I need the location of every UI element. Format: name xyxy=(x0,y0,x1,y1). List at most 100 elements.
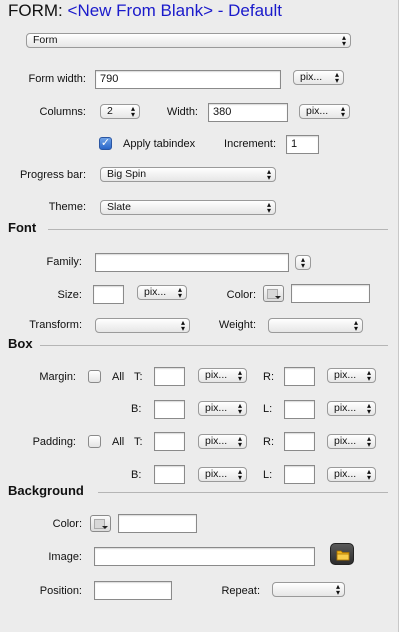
margin-all-checkbox[interactable] xyxy=(88,370,101,383)
up-down-arrows-icon: ▴ ▾ xyxy=(237,368,242,383)
up-down-arrows-icon: ▴ ▾ xyxy=(266,167,271,182)
margin-bottom-unit-select[interactable]: pix... ▴ ▾ xyxy=(198,401,247,416)
up-down-arrows-icon: ▴ ▾ xyxy=(180,318,185,333)
font-family-input[interactable] xyxy=(95,253,289,272)
padding-right-label: R: xyxy=(263,436,274,448)
font-color-swatch[interactable] xyxy=(263,285,284,302)
font-transform-select[interactable]: ▴ ▾ xyxy=(95,318,190,333)
padding-bottom-input[interactable] xyxy=(154,465,185,484)
margin-left-input[interactable] xyxy=(284,400,315,419)
theme-label: Theme: xyxy=(48,201,86,213)
margin-bottom-input[interactable] xyxy=(154,400,185,419)
type-select[interactable]: Form ▴ ▾ xyxy=(26,33,351,48)
margin-top-unit-select[interactable]: pix... ▴ ▾ xyxy=(198,368,247,383)
font-size-unit-select[interactable]: pix... ▴ ▾ xyxy=(137,285,187,300)
theme-value: Slate xyxy=(107,201,131,213)
padding-left-unit-value: pix... xyxy=(334,468,357,480)
padding-left-label: L: xyxy=(263,469,273,481)
up-down-arrows-icon: ▴ ▾ xyxy=(237,434,242,449)
box-section-divider xyxy=(40,345,388,346)
increment-label: Increment: xyxy=(224,138,276,150)
font-color-label: Color: xyxy=(226,289,256,301)
font-weight-label: Weight: xyxy=(218,319,256,331)
padding-right-unit-select[interactable]: pix... ▴ ▾ xyxy=(327,434,376,449)
font-size-unit-value: pix... xyxy=(144,286,167,298)
background-color-swatch[interactable] xyxy=(90,515,111,532)
margin-top-label: T: xyxy=(134,371,143,383)
padding-right-input[interactable] xyxy=(284,432,315,451)
background-image-label: Image: xyxy=(48,551,82,563)
up-down-arrows-icon: ▴ ▾ xyxy=(366,467,371,482)
increment-input[interactable]: 1 xyxy=(286,135,319,154)
font-family-picker[interactable]: ▴ ▾ xyxy=(295,255,311,270)
padding-right-unit-value: pix... xyxy=(334,435,357,447)
font-weight-select[interactable]: ▴ ▾ xyxy=(268,318,363,333)
form-width-input[interactable]: 790 xyxy=(95,70,281,89)
background-repeat-select[interactable]: ▴ ▾ xyxy=(272,582,345,597)
columns-select[interactable]: 2 ▴ ▾ xyxy=(100,104,140,119)
margin-right-label: R: xyxy=(263,371,274,383)
column-width-unit-select[interactable]: pix... ▴ ▾ xyxy=(299,104,350,119)
padding-left-unit-select[interactable]: pix... ▴ ▾ xyxy=(327,467,376,482)
background-repeat-label: Repeat: xyxy=(221,585,260,597)
up-down-arrows-icon: ▴ ▾ xyxy=(366,401,371,416)
margin-top-unit-value: pix... xyxy=(205,369,228,381)
columns-value: 2 xyxy=(107,105,113,117)
margin-top-input[interactable] xyxy=(154,367,185,386)
up-down-arrows-icon: ▴ ▾ xyxy=(177,285,182,300)
columns-label: Columns: xyxy=(39,106,86,118)
form-width-unit-select[interactable]: pix... ▴ ▾ xyxy=(293,70,344,85)
background-section-divider xyxy=(98,492,388,493)
apply-tabindex-checkbox[interactable]: ✓ xyxy=(99,137,112,150)
checkmark-icon: ✓ xyxy=(100,137,111,149)
up-down-arrows-icon: ▴ ▾ xyxy=(366,434,371,449)
padding-top-unit-value: pix... xyxy=(205,435,228,447)
padding-top-input[interactable] xyxy=(154,432,185,451)
column-width-input[interactable]: 380 xyxy=(208,103,288,122)
up-down-arrows-icon: ▴ ▾ xyxy=(341,33,346,48)
font-size-input[interactable] xyxy=(93,285,124,304)
type-select-value: Form xyxy=(33,34,58,46)
title-name: <New From Blank> - Default xyxy=(67,1,282,20)
up-down-arrows-icon: ▴ ▾ xyxy=(237,467,242,482)
page-title: FORM: <New From Blank> - Default xyxy=(8,1,282,21)
browse-image-button[interactable] xyxy=(330,543,354,565)
background-color-label: Color: xyxy=(52,518,82,530)
padding-all-checkbox[interactable] xyxy=(88,435,101,448)
margin-left-unit-select[interactable]: pix... ▴ ▾ xyxy=(327,401,376,416)
margin-right-unit-select[interactable]: pix... ▴ ▾ xyxy=(327,368,376,383)
padding-bottom-unit-value: pix... xyxy=(205,468,228,480)
up-down-arrows-icon: ▴ ▾ xyxy=(300,255,305,270)
progress-bar-select[interactable]: Big Spin ▴ ▾ xyxy=(100,167,276,182)
margin-right-input[interactable] xyxy=(284,367,315,386)
progress-bar-label: Progress bar: xyxy=(19,169,86,181)
column-width-unit-value: pix... xyxy=(306,105,329,117)
padding-left-input[interactable] xyxy=(284,465,315,484)
background-color-input[interactable] xyxy=(118,514,197,533)
font-size-label: Size: xyxy=(57,289,82,301)
dropdown-triangle-icon xyxy=(275,296,281,299)
folder-icon xyxy=(336,550,350,561)
up-down-arrows-icon: ▴ ▾ xyxy=(353,318,358,333)
form-width-unit-value: pix... xyxy=(300,71,323,83)
up-down-arrows-icon: ▴ ▾ xyxy=(340,104,345,119)
up-down-arrows-icon: ▴ ▾ xyxy=(130,104,135,119)
column-width-label: Width: xyxy=(166,106,198,118)
theme-select[interactable]: Slate ▴ ▾ xyxy=(100,200,276,215)
background-image-input[interactable] xyxy=(94,547,315,566)
title-prefix: FORM: xyxy=(8,1,63,20)
padding-bottom-unit-select[interactable]: pix... ▴ ▾ xyxy=(198,467,247,482)
dropdown-triangle-icon xyxy=(102,526,108,529)
margin-right-unit-value: pix... xyxy=(334,369,357,381)
font-transform-label: Transform: xyxy=(29,319,82,331)
font-section-header: Font xyxy=(8,220,37,235)
margin-bottom-label: B: xyxy=(131,403,142,415)
margin-bottom-unit-value: pix... xyxy=(205,402,228,414)
margin-left-unit-value: pix... xyxy=(334,402,357,414)
background-position-label: Position: xyxy=(39,585,82,597)
form-width-label: Form width: xyxy=(28,73,86,85)
background-position-input[interactable] xyxy=(94,581,172,600)
font-color-input[interactable] xyxy=(291,284,370,303)
padding-top-unit-select[interactable]: pix... ▴ ▾ xyxy=(198,434,247,449)
padding-label: Padding: xyxy=(32,436,76,448)
